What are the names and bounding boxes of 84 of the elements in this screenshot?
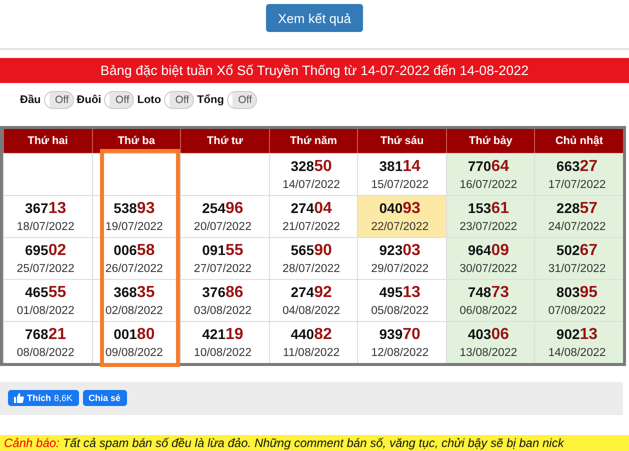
result-number: 40306 — [466, 326, 510, 344]
result-date: 23/07/2022 — [458, 220, 518, 233]
result-date: 08/08/2022 — [16, 346, 76, 359]
result-date: 04/08/2022 — [282, 304, 342, 317]
result-number: 96409 — [466, 242, 510, 260]
result-date: 09/08/2022 — [104, 346, 164, 359]
result-date: 03/08/2022 — [192, 304, 252, 317]
result-number: 37686 — [201, 284, 244, 302]
like-button[interactable]: Thích 8,6K — [8, 390, 79, 406]
result-number: 69502 — [24, 242, 68, 260]
column-header: Thứ năm — [268, 128, 358, 153]
result-number: 46555 — [24, 284, 68, 302]
result-date: 28/07/2022 — [282, 262, 342, 275]
result-date: 20/07/2022 — [192, 220, 252, 233]
result-number: 80395 — [555, 284, 599, 302]
result-date: 17/07/2022 — [547, 178, 607, 191]
result-date: 24/07/2022 — [547, 220, 607, 233]
result-date: 07/08/2022 — [547, 304, 607, 317]
thumbs-up-icon — [14, 393, 24, 404]
toggle-switch[interactable]: Off — [226, 90, 257, 109]
result-number: 44082 — [290, 326, 333, 344]
result-date: 13/08/2022 — [458, 346, 518, 359]
result-date: 27/07/2022 — [192, 262, 252, 275]
result-date: 31/07/2022 — [547, 262, 607, 275]
result-number: 32850 — [290, 158, 333, 176]
result-date: 14/07/2022 — [282, 178, 342, 191]
result-number: 00658 — [112, 242, 156, 260]
toggle-label: Đuôi — [76, 94, 102, 106]
result-date: 29/07/2022 — [370, 262, 430, 275]
submit-button[interactable]: Xem kết quả — [266, 4, 363, 32]
toggle-label: Tổng — [197, 94, 224, 106]
result-number: 53893 — [112, 200, 156, 218]
result-date: 05/08/2022 — [370, 304, 430, 317]
result-date: 19/07/2022 — [104, 220, 164, 233]
result-number: 77064 — [466, 158, 510, 176]
result-number: 49513 — [378, 284, 422, 302]
share-button[interactable]: Chia sẻ — [82, 390, 127, 406]
result-number: 38114 — [378, 158, 422, 176]
toggle-switch[interactable]: Off — [164, 90, 194, 109]
result-date: 21/07/2022 — [282, 220, 342, 233]
column-header: Chủ nhật — [534, 128, 623, 153]
result-number: 92303 — [378, 242, 422, 260]
toggle-switch[interactable]: Off — [104, 90, 134, 109]
warning-text: Cảnh báo: Tất cả spam bán số đều là lừa đảo. Những comment bán số, văng tục, chửi bậy sẽ bị ban nick — [0, 434, 629, 451]
result-date: 16/07/2022 — [458, 178, 518, 191]
result-number: 76821 — [24, 326, 68, 344]
result-number: 90213 — [555, 326, 599, 344]
result-date: 06/08/2022 — [458, 304, 518, 317]
column-header: Thứ hai — [3, 128, 92, 153]
result-date: 26/07/2022 — [104, 262, 164, 275]
result-number: 27404 — [290, 200, 333, 218]
result-number: 56590 — [290, 242, 333, 260]
column-header: Thứ bảy — [446, 128, 534, 153]
column-header: Thứ tư — [180, 128, 269, 153]
result-number: 93970 — [378, 326, 422, 344]
result-date: 15/07/2022 — [370, 178, 430, 191]
result-number: 66327 — [555, 158, 599, 176]
result-number: 36713 — [24, 200, 68, 218]
toggle-switch[interactable]: Off — [44, 90, 74, 109]
result-date: 18/07/2022 — [16, 220, 76, 233]
result-number: 04093 — [378, 200, 422, 218]
table-title-banner: Bảng đặc biệt tuần Xổ Số Truyền Thống từ 14-07-2022 đến 14-08-2022 — [0, 58, 629, 83]
result-date: 25/07/2022 — [16, 262, 76, 275]
toggle-label: Đầu — [20, 94, 41, 106]
column-header: Thứ sáu — [357, 128, 446, 153]
result-date: 10/08/2022 — [192, 346, 252, 359]
result-number: 36835 — [112, 284, 156, 302]
toggle-label: Loto — [137, 94, 162, 106]
result-date: 14/08/2022 — [547, 346, 607, 359]
result-number: 22857 — [555, 200, 599, 218]
result-number: 74873 — [466, 284, 510, 302]
result-date: 22/07/2022 — [370, 220, 430, 233]
result-number: 25496 — [201, 200, 244, 218]
result-number: 09155 — [201, 242, 244, 260]
result-date: 11/08/2022 — [282, 346, 341, 359]
result-number: 15361 — [466, 200, 510, 218]
result-number: 42119 — [201, 326, 244, 344]
result-number: 50267 — [555, 242, 599, 260]
result-date: 02/08/2022 — [104, 304, 164, 317]
result-number: 27492 — [290, 284, 333, 302]
result-date: 30/07/2022 — [458, 262, 518, 275]
result-number: 00180 — [112, 326, 156, 344]
result-date: 12/08/2022 — [370, 346, 430, 359]
result-date: 01/08/2022 — [16, 304, 76, 317]
